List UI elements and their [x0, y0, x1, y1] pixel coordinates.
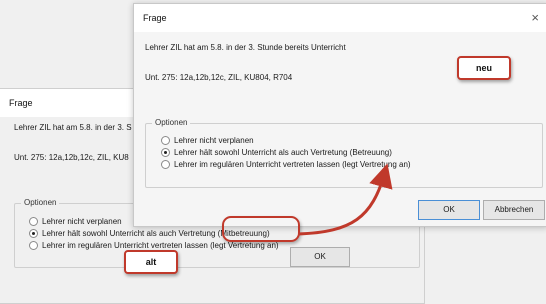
- new-version-tag: neu: [457, 56, 511, 80]
- old-version-tag: alt: [124, 250, 178, 274]
- curved-arrow-icon: [297, 163, 393, 236]
